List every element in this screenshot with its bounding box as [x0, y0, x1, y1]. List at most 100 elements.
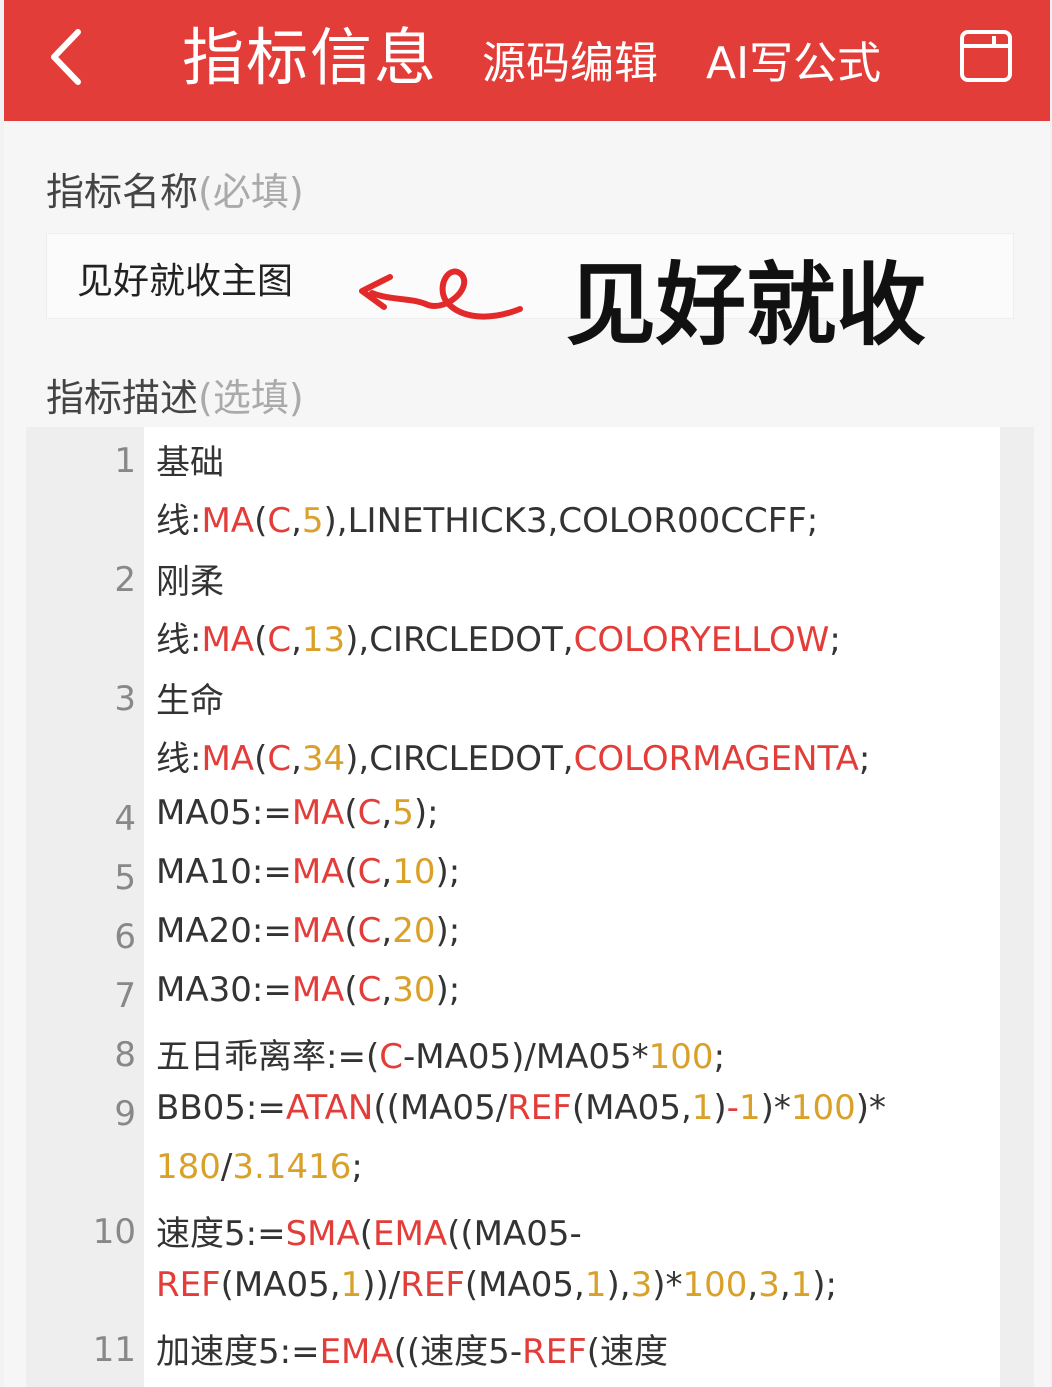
code-token: COLORYELLOW: [573, 620, 830, 660]
desc-optional-hint: (选填): [198, 376, 304, 420]
form-content: 指标名称(必填) 见好就收主图 见好就收 指标描述(选填) 1234567891…: [4, 121, 1050, 1387]
code-token: ,: [747, 1265, 759, 1305]
code-token: MA: [291, 911, 345, 951]
code-token: C: [357, 852, 382, 892]
code-token: (: [254, 620, 268, 660]
code-token: 100: [648, 1037, 714, 1077]
code-token: REF: [400, 1265, 465, 1305]
code-token: ,: [779, 1265, 791, 1305]
desc-label-row: 指标描述(选填): [46, 367, 304, 422]
code-token: -MA05)/MA05*: [402, 1037, 649, 1077]
code-token: ),LINETHICK3,COLOR00CCFF;: [323, 501, 819, 541]
code-token: C: [357, 911, 382, 951]
code-line: BB05:=ATAN((MA05/REF(MA05,1)-1)*100)*: [156, 1088, 886, 1128]
code-token: (MA05,: [571, 1088, 692, 1128]
line-number: 11: [92, 1330, 136, 1370]
red-arrow-annotation: [359, 268, 523, 320]
code-token: ),CIRCLEDOT,: [345, 739, 574, 779]
code-editor[interactable]: 1 2 3 4 5 6 7 8 9 10 11 基础 线:MA(C,5),LINETHICK3,COL…: [26, 427, 1034, 1387]
code-text-area[interactable]: 基础 线:MA(C,5),LINETHICK3,COLOR00CCFF; 刚柔 线:M…: [144, 427, 1000, 1387]
code-token: ;: [351, 1147, 363, 1187]
code-line: 180/3.1416;: [156, 1147, 363, 1187]
code-token: );: [435, 852, 461, 892]
code-token: 1: [738, 1088, 761, 1128]
code-token: ,: [381, 911, 393, 951]
code-token: EMA: [319, 1332, 394, 1372]
code-line: 五日乖离率:=(C-MA05)/MA05*100;: [156, 1029, 725, 1078]
code-line: 线:MA(C,34),CIRCLEDOT,COLORMAGENTA;: [156, 731, 870, 780]
code-token: 1: [340, 1265, 363, 1305]
code-token: (: [344, 793, 358, 833]
code-line: REF(MA05,1))/REF(MA05,1),3)*100,3,1);: [156, 1265, 837, 1305]
code-token: C: [357, 970, 382, 1010]
back-chevron-icon[interactable]: [42, 22, 102, 92]
line-number: 5: [114, 858, 136, 898]
code-line: 线:MA(C,5),LINETHICK3,COLOR00CCFF;: [156, 493, 818, 542]
code-token: 基础: [156, 443, 224, 483]
code-token: C: [267, 620, 292, 660]
code-token: /: [220, 1147, 233, 1187]
line-number: 1: [114, 441, 136, 481]
code-token: 100: [790, 1088, 856, 1128]
code-token: REF: [156, 1265, 221, 1305]
code-token: 3: [758, 1265, 780, 1305]
code-token: 13: [301, 620, 346, 660]
code-token: ;: [829, 620, 841, 660]
code-token: 刚柔: [156, 562, 224, 602]
code-token: (MA05,: [220, 1265, 341, 1305]
line-number: 6: [114, 917, 136, 957]
code-token: MA: [201, 739, 255, 779]
code-token: 20: [392, 911, 436, 951]
code-token: C: [267, 739, 292, 779]
code-token: (: [344, 852, 358, 892]
save-icon[interactable]: [956, 26, 1016, 86]
code-token: (: [344, 970, 358, 1010]
code-token: MA10:=: [156, 852, 292, 892]
code-line: 基础: [156, 435, 224, 484]
page-title: 指标信息: [182, 21, 439, 94]
line-number: 2: [114, 560, 136, 600]
code-token: (: [344, 911, 358, 951]
code-token: C: [379, 1037, 403, 1077]
code-token: 180: [156, 1147, 221, 1187]
code-token: );: [812, 1265, 838, 1305]
code-token: 加速度5:=: [156, 1332, 320, 1372]
code-token: SMA: [285, 1214, 360, 1254]
code-token: C: [357, 793, 382, 833]
line-number-gutter: 1 2 3 4 5 6 7 8 9 10 11: [26, 427, 144, 1387]
code-token: ,: [381, 793, 393, 833]
code-token: MA: [291, 793, 345, 833]
code-token: 30: [392, 970, 436, 1010]
code-token: 1: [691, 1088, 714, 1128]
code-token: 5: [392, 793, 414, 833]
code-line: MA05:=MA(C,5);: [156, 793, 439, 833]
line-number: 9: [114, 1094, 136, 1134]
code-token: (MA05,: [464, 1265, 585, 1305]
code-token: 5: [301, 501, 324, 541]
name-label-row: 指标名称(必填): [46, 161, 304, 216]
code-token: MA20:=: [156, 911, 292, 951]
code-token: ((速度5-: [393, 1332, 523, 1372]
code-token: );: [435, 970, 461, 1010]
source-edit-tab[interactable]: 源码编辑: [482, 34, 658, 94]
code-token: REF: [507, 1088, 572, 1128]
code-token: -: [726, 1088, 739, 1128]
code-line: MA10:=MA(C,10);: [156, 852, 460, 892]
code-line: 线:MA(C,13),CIRCLEDOT,COLORYELLOW;: [156, 612, 841, 661]
ai-formula-tab[interactable]: AI写公式: [706, 34, 881, 94]
code-line: 加速度5:=EMA((速度5-REF(速度: [156, 1324, 668, 1373]
code-token: MA: [291, 970, 345, 1010]
code-token: 五日乖离率:=(: [156, 1037, 380, 1077]
code-token: 线:: [156, 739, 202, 779]
code-line: MA20:=MA(C,20);: [156, 911, 460, 951]
code-token: 3.1416: [232, 1147, 352, 1187]
code-line: 刚柔: [156, 554, 224, 603]
code-token: 生命: [156, 681, 224, 721]
code-token: BB05:=: [156, 1088, 286, 1128]
code-token: ,: [291, 501, 302, 541]
code-token: 线:: [156, 501, 202, 541]
code-token: ,: [291, 620, 302, 660]
code-token: ;: [858, 739, 871, 779]
code-token: (速度: [586, 1332, 669, 1372]
line-number: 10: [92, 1212, 136, 1252]
